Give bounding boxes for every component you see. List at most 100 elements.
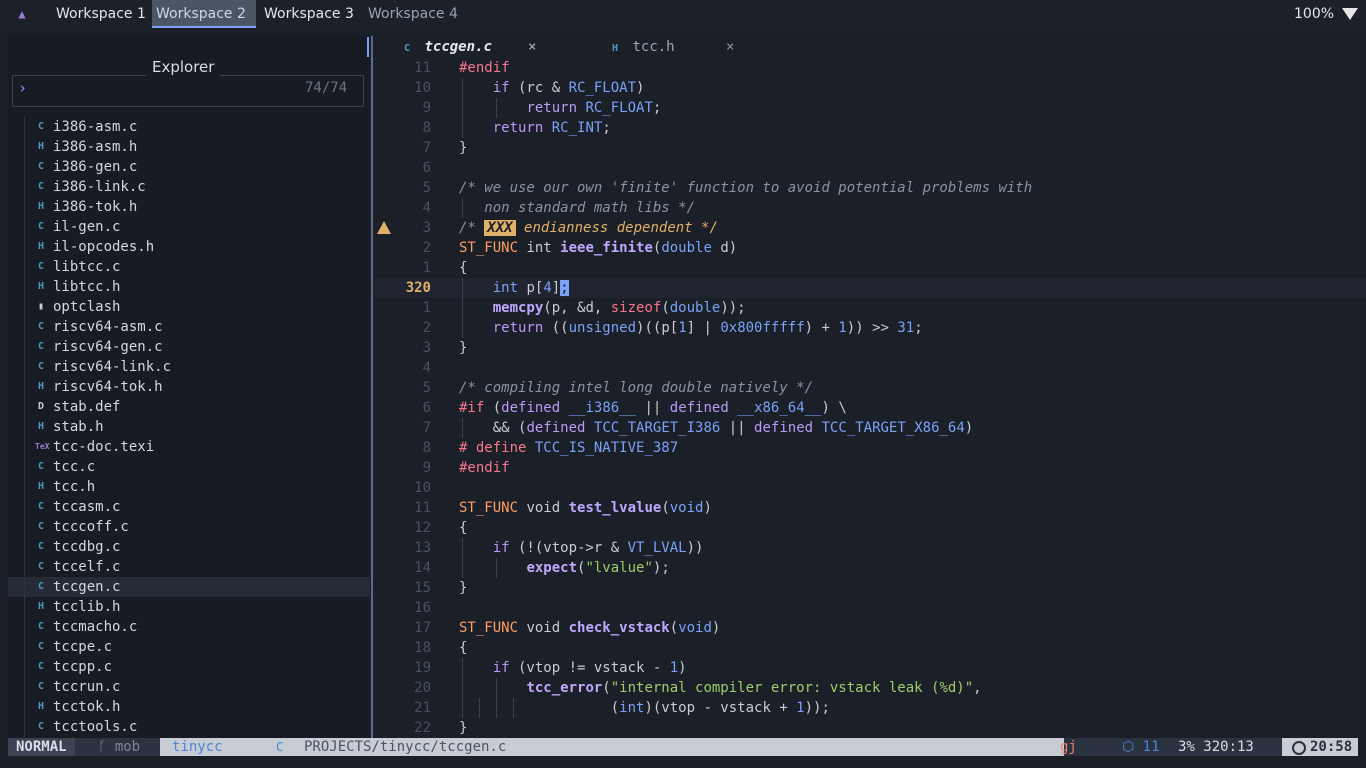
code-line[interactable]: 11 ST_FUNC void test_lvalue(void) <box>373 498 1366 518</box>
line-number: 6 <box>422 400 431 416</box>
code-line[interactable]: 14 expect("lvalue"); <box>373 558 1366 578</box>
tree-guide <box>24 557 25 577</box>
code-line[interactable]: 12 { <box>373 518 1366 538</box>
file-item[interactable]: ▮ optclash <box>8 297 370 317</box>
code-text: ST_FUNC void check_vstack(void) <box>459 620 721 636</box>
file-type-icon: C <box>37 721 45 732</box>
tab-tcc-h[interactable]: H tcc.h <box>612 37 675 57</box>
code-line[interactable]: 19 if (vtop != vstack - 1) <box>373 658 1366 678</box>
code-line[interactable]: 6 <box>373 158 1366 178</box>
code-text: if (rc & RC_FLOAT) <box>492 80 645 96</box>
file-item[interactable]: Criscv64-link.c <box>8 357 370 377</box>
workspace-1[interactable]: Workspace 1 <box>52 0 150 28</box>
code-editor[interactable]: 11 #endif 10 if (rc & RC_FLOAT) 9 return RC… <box>373 58 1366 738</box>
code-line[interactable]: 5 /* compiling intel long double natively… <box>373 378 1366 398</box>
code-line[interactable]: 5 /* we use our own 'finite' function to … <box>373 178 1366 198</box>
code-line[interactable]: 9 return RC_FLOAT; <box>373 98 1366 118</box>
code-line[interactable]: 22} <box>373 718 1366 738</box>
tree-guide <box>24 257 25 277</box>
file-item[interactable]: Htcclib.h <box>8 597 370 617</box>
tab-tccgen[interactable]: C tccgen.c <box>404 37 492 57</box>
file-item[interactable]: Ctccpe.c <box>8 637 370 657</box>
file-type-icon: H <box>37 201 45 212</box>
file-item[interactable]: Ctccrun.c <box>8 677 370 697</box>
file-name: libtcc.c <box>53 259 121 275</box>
file-item[interactable]: Hi386-asm.h <box>8 137 370 157</box>
file-type-icon: C <box>37 361 45 372</box>
line-number: 7 <box>422 420 431 436</box>
close-icon[interactable]: × <box>528 37 536 57</box>
code-line[interactable]: 1{ <box>373 258 1366 278</box>
file-item[interactable]: Htcctok.h <box>8 697 370 717</box>
file-item[interactable]: Clibtcc.c <box>8 257 370 277</box>
file-item[interactable]: Ci386-asm.c <box>8 117 370 137</box>
file-item[interactable]: Ctcctools.c <box>8 717 370 737</box>
code-line[interactable]: 11 #endif <box>373 58 1366 78</box>
file-item[interactable]: Ctccmacho.c <box>8 617 370 637</box>
file-item[interactable]: Ctccpp.c <box>8 657 370 677</box>
code-line[interactable]: 9 #endif <box>373 458 1366 478</box>
file-item[interactable]: Ctcc.c <box>8 457 370 477</box>
file-type-icon: H <box>37 141 45 152</box>
tree-guide <box>24 397 25 417</box>
file-item[interactable]: Ctccdbg.c <box>8 537 370 557</box>
code-line[interactable]: 10 if (rc & RC_FLOAT) <box>373 78 1366 98</box>
code-line[interactable]: 4 non standard math libs */ <box>373 198 1366 218</box>
file-type-icon: C <box>37 161 45 172</box>
code-line[interactable]: 18 { <box>373 638 1366 658</box>
file-item[interactable]: Criscv64-asm.c <box>8 317 370 337</box>
app-logo-icon[interactable]: ▲ <box>14 6 30 22</box>
explorer-title: Explorer <box>146 56 221 78</box>
zoom-level[interactable]: 100% <box>1294 0 1334 28</box>
code-text: } <box>459 580 468 596</box>
code-line[interactable]: 16 <box>373 598 1366 618</box>
file-type-icon: H <box>37 481 45 492</box>
file-item[interactable]: Hil-opcodes.h <box>8 237 370 257</box>
code-line[interactable]: 4 <box>373 358 1366 378</box>
code-line[interactable]: 1 memcpy(p, &d, sizeof(double)); <box>373 298 1366 318</box>
code-line[interactable]: 6 #if (defined __i386__ || defined __x86_… <box>373 398 1366 418</box>
workspace-3[interactable]: Workspace 3 <box>260 0 358 28</box>
file-item[interactable]: Ctccelf.c <box>8 557 370 577</box>
line-number: 3 <box>422 340 431 356</box>
file-item[interactable]: Htcc.h <box>8 477 370 497</box>
code-line[interactable]: 3 /* XXX endianness dependent */ <box>373 218 1366 238</box>
line-number: 9 <box>422 460 431 476</box>
file-item[interactable]: Ctcccoff.c <box>8 517 370 537</box>
file-item[interactable]: Dstab.def <box>8 397 370 417</box>
code-text: /* we use our own 'finite' function to a… <box>459 180 1033 196</box>
file-item[interactable]: Hriscv64-tok.h <box>8 377 370 397</box>
file-item[interactable]: Ctccasm.c <box>8 497 370 517</box>
code-line[interactable]: 320 int p[4]; <box>373 278 1366 298</box>
code-line[interactable]: 21 (int)(vtop - vstack + 1)); <box>373 698 1366 718</box>
code-line[interactable]: 10 <box>373 478 1366 498</box>
c-file-icon: C <box>404 43 411 54</box>
code-line[interactable]: 13 if (!(vtop->r & VT_LVAL)) <box>373 538 1366 558</box>
file-item[interactable]: Ci386-gen.c <box>8 157 370 177</box>
file-item[interactable]: Hlibtcc.h <box>8 277 370 297</box>
code-line[interactable]: 8 # define TCC_IS_NATIVE_387 <box>373 438 1366 458</box>
code-line[interactable]: 7 && (defined TCC_TARGET_I386 || defined… <box>373 418 1366 438</box>
file-item[interactable]: TeX tcc-doc.texi <box>8 437 370 457</box>
code-line[interactable]: 8 return RC_INT; <box>373 118 1366 138</box>
file-item[interactable]: Hi386-tok.h <box>8 197 370 217</box>
file-item[interactable]: Criscv64-gen.c <box>8 337 370 357</box>
file-item[interactable]: Ctccgen.c <box>8 577 370 597</box>
code-line[interactable]: 20 tcc_error("internal compiler error: v… <box>373 678 1366 698</box>
wifi-icon[interactable] <box>1342 8 1358 20</box>
file-tree: Ci386-asm.c Hi386-asm.h Ci386-gen.c Ci386-l… <box>8 117 370 737</box>
code-line[interactable]: 17 ST_FUNC void check_vstack(void) <box>373 618 1366 638</box>
tree-guide <box>24 157 25 177</box>
code-line[interactable]: 7} <box>373 138 1366 158</box>
file-item[interactable]: Cil-gen.c <box>8 217 370 237</box>
code-line[interactable]: 2 ST_FUNC int ieee_finite(double d) <box>373 238 1366 258</box>
file-item[interactable]: Ci386-link.c <box>8 177 370 197</box>
code-line[interactable]: 3} <box>373 338 1366 358</box>
line-number: 8 <box>422 440 431 456</box>
workspace-2[interactable]: Workspace 2 <box>152 0 256 28</box>
workspace-4[interactable]: Workspace 4 <box>364 0 462 28</box>
code-line[interactable]: 2 return ((unsigned)((p[1] | 0x800fffff)… <box>373 318 1366 338</box>
code-line[interactable]: 15} <box>373 578 1366 598</box>
file-item[interactable]: Hstab.h <box>8 417 370 437</box>
close-icon[interactable]: × <box>726 37 734 57</box>
